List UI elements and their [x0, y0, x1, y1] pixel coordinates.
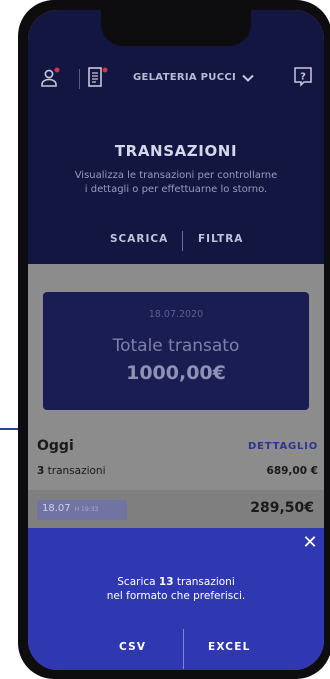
- phone-notch: [101, 10, 251, 46]
- top-bar: GELATERIA PUCCI ?: [28, 65, 324, 93]
- download-options: CSV EXCEL: [28, 629, 324, 670]
- excel-button[interactable]: EXCEL: [208, 641, 250, 653]
- download-message-line2: nel formato che preferisci.: [106, 590, 246, 602]
- summary-total: 1000,00€: [126, 362, 226, 384]
- help-icon[interactable]: ?: [292, 65, 320, 93]
- header-actions: SCARICA FILTRA: [28, 231, 324, 253]
- close-icon[interactable]: ✕: [299, 533, 321, 555]
- detail-link[interactable]: DETTAGLIO: [248, 441, 318, 452]
- transaction-time: H 19:33: [74, 506, 99, 513]
- download-count: 13: [158, 576, 174, 588]
- store-name: GELATERIA PUCCI: [133, 72, 237, 83]
- top-bar-divider: [79, 69, 80, 89]
- summary-label: Totale transato: [112, 336, 240, 356]
- receipt-icon[interactable]: [86, 65, 114, 93]
- page-title: TRANSAZIONI: [114, 142, 238, 160]
- download-prefix: Scarica: [117, 576, 156, 588]
- transactions-header: GELATERIA PUCCI ? TRANSAZIONI Visualizza…: [28, 10, 324, 264]
- app-screen: GELATERIA PUCCI ? TRANSAZIONI Visualizza…: [28, 10, 324, 670]
- transaction-count-label: transazioni: [47, 465, 106, 477]
- page-subtitle: Visualizza le transazioni per controllar…: [52, 169, 300, 197]
- csv-button[interactable]: CSV: [119, 641, 146, 653]
- section-title: Oggi: [37, 438, 74, 454]
- transaction-count: 3 transazioni: [37, 465, 106, 477]
- transaction-date-badge: 18.07 H 19:33: [37, 500, 127, 520]
- page-subtitle-line1: Visualizza le transazioni per controllar…: [74, 170, 278, 181]
- download-sheet: ✕ Scarica 13 transazioni nel formato che…: [28, 528, 324, 670]
- store-selector[interactable]: GELATERIA PUCCI: [133, 72, 254, 83]
- total-summary-card: 18.07.2020 Totale transato 1000,00€: [43, 292, 309, 410]
- transaction-amount: 289,50€: [250, 500, 314, 516]
- page-subtitle-line2: i dettagli o per effettuarne lo storno.: [84, 184, 268, 195]
- download-message-line1: Scarica 13 transazioni: [28, 575, 324, 589]
- transaction-date: 18.07: [42, 503, 71, 514]
- header-actions-divider: [182, 231, 183, 251]
- download-message: Scarica 13 transazioni nel formato che p…: [28, 575, 324, 603]
- summary-date: 18.07.2020: [148, 309, 204, 320]
- chevron-down-icon: [242, 74, 254, 82]
- svg-text:?: ?: [300, 72, 306, 83]
- download-suffix: transazioni: [176, 576, 235, 588]
- download-button[interactable]: SCARICA: [110, 233, 168, 245]
- download-options-divider: [183, 629, 184, 669]
- filter-button[interactable]: FILTRA: [198, 233, 243, 245]
- user-icon[interactable]: [38, 65, 66, 93]
- transaction-count-number: 3: [37, 465, 45, 477]
- stage: GELATERIA PUCCI ? TRANSAZIONI Visualizza…: [0, 0, 330, 679]
- section-amount: 689,00 €: [266, 465, 318, 477]
